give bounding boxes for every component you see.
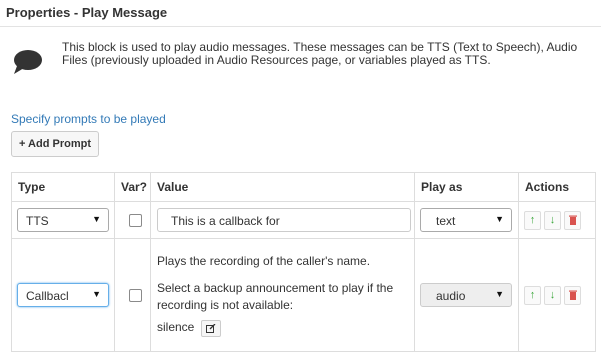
- play-as-cell: text ▼: [414, 201, 519, 239]
- column-header-play-as: Play as: [414, 172, 519, 202]
- value-cell: This is a callback for: [150, 201, 415, 239]
- arrow-down-icon[interactable]: ↓: [544, 210, 561, 230]
- backup-instructions: Select a backup announcement to play if …: [157, 281, 394, 313]
- chevron-down-icon: ▼: [495, 214, 504, 224]
- chevron-down-icon: ▼: [92, 289, 101, 299]
- arrow-down-icon[interactable]: ↓: [544, 285, 561, 305]
- backup-value: silence: [157, 320, 195, 335]
- var-cell: [114, 238, 151, 352]
- play-as-select[interactable]: audio ▼: [420, 283, 512, 307]
- var-cell: [114, 201, 151, 239]
- type-select[interactable]: Callbacl ▼: [17, 283, 109, 307]
- table-header-row: Type Var? Value Play as Actions: [11, 172, 596, 202]
- arrow-up-icon[interactable]: ↑: [524, 210, 541, 230]
- trash-icon[interactable]: [564, 210, 581, 230]
- panel-title: Properties - Play Message: [6, 5, 168, 20]
- backup-announcement: silence: [151, 319, 414, 337]
- actions-cell: ↑ ↓: [518, 238, 596, 352]
- prompts-section-label: Specify prompts to be played: [11, 112, 166, 126]
- var-checkbox[interactable]: [129, 213, 142, 227]
- callback-description: Plays the recording of the caller's name…: [157, 254, 371, 269]
- table-row: TTS ▼ This is a callback for text ▼ ↑ ↓: [11, 201, 596, 239]
- type-select[interactable]: TTS ▼: [17, 208, 109, 232]
- title-divider: [0, 26, 601, 27]
- play-as-select-value: text: [436, 214, 456, 228]
- prompts-table: Type Var? Value Play as Actions TTS ▼ Th…: [11, 172, 596, 352]
- play-as-select[interactable]: text ▼: [420, 208, 512, 232]
- var-checkbox[interactable]: [129, 288, 142, 302]
- trash-icon[interactable]: [564, 285, 581, 305]
- type-select-value: TTS: [26, 214, 49, 228]
- value-cell: Plays the recording of the caller's name…: [150, 238, 415, 352]
- type-cell: TTS ▼: [11, 201, 115, 239]
- block-description: This block is used to play audio message…: [62, 40, 578, 67]
- arrow-up-icon[interactable]: ↑: [524, 285, 541, 305]
- play-as-select-value: audio: [436, 289, 466, 303]
- column-header-type: Type: [11, 172, 115, 202]
- type-cell: Callbacl ▼: [11, 238, 115, 352]
- type-select-value: Callbacl: [26, 289, 69, 303]
- add-prompt-button[interactable]: + Add Prompt: [11, 131, 99, 157]
- column-header-value: Value: [150, 172, 415, 202]
- actions-cell: ↑ ↓: [518, 201, 596, 239]
- column-header-var: Var?: [114, 172, 151, 202]
- table-row: Callbacl ▼ Plays the recording of the ca…: [11, 238, 596, 352]
- chevron-down-icon: ▼: [495, 289, 504, 299]
- column-header-actions: Actions: [518, 172, 596, 202]
- play-as-cell: audio ▼: [414, 238, 519, 352]
- edit-icon[interactable]: [200, 319, 221, 337]
- chevron-down-icon: ▼: [92, 214, 101, 224]
- value-input[interactable]: This is a callback for: [157, 208, 411, 232]
- speech-bubble-icon: [14, 50, 42, 74]
